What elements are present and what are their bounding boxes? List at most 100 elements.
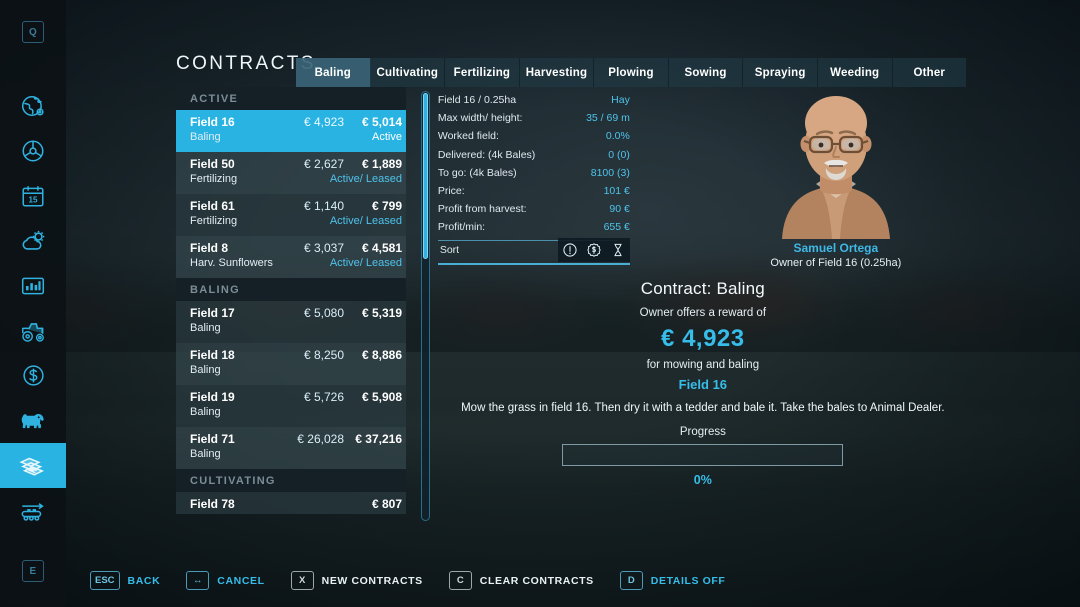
tab-plowing[interactable]: Plowing <box>594 58 669 87</box>
stat-value: 0 (0) <box>608 148 630 161</box>
category-tab-bar: Baling Cultivating Fertilizing Harvesting Pl… <box>296 58 967 87</box>
list-item-field: Field 18 <box>190 348 235 362</box>
list-item[interactable]: Field 19 € 5,726 € 5,908 Baling <box>176 385 406 427</box>
sidebar-item-finances[interactable] <box>0 353 66 398</box>
sort-label: Sort <box>439 244 460 256</box>
tractor-icon <box>19 317 47 345</box>
sidebar-item-weather[interactable] <box>0 218 66 263</box>
footer-label: BACK <box>127 574 161 587</box>
list-item-primary: Field 8 € 3,037 € 4,581 <box>190 241 402 255</box>
footer-action[interactable]: C CLEAR CONTRACTS <box>448 571 594 590</box>
footer-label: CLEAR CONTRACTS <box>479 574 594 587</box>
sidebar-item-contracts[interactable] <box>0 443 66 488</box>
sidebar-item-statistics[interactable] <box>0 263 66 308</box>
list-item-primary: Field 50 € 2,627 € 1,889 <box>190 157 402 171</box>
contract-title: Contract: Baling <box>640 279 765 298</box>
contracts-list: ACTIVE Field 16 € 4,923 € 5,014 Baling Active… <box>176 87 406 514</box>
footer-label: DETAILS OFF <box>650 574 726 587</box>
sidebar-item-animals[interactable] <box>0 398 66 443</box>
list-item-secondary: Baling <box>190 404 402 418</box>
prev-page-key[interactable]: Q <box>22 21 44 43</box>
list-item[interactable]: Field 78 € 807 <box>176 492 406 514</box>
stat-value: 0.0% <box>605 130 630 143</box>
list-item-type: Fertilizing <box>190 215 238 227</box>
stat-row: Max width/ height: 35 / 69 m <box>438 109 630 127</box>
list-item-primary: Field 71 € 26,028 € 37,216 <box>190 432 402 446</box>
footer-action[interactable]: D DETAILS OFF <box>619 571 726 590</box>
tab-baling[interactable]: Baling <box>296 58 371 87</box>
contracts-panel: CONTRACTS Baling Cultivating Fertilizing Ha… <box>166 47 967 525</box>
footer-label: NEW CONTRACTS <box>321 574 423 587</box>
list-item-value-primary: € 1,140 <box>303 199 344 213</box>
footer-action[interactable]: X NEW CONTRACTS <box>290 571 423 590</box>
list-item-field: Field 50 <box>190 157 235 171</box>
list-item-value-secondary: € 1,889 <box>361 157 402 171</box>
list-item-value-secondary: € 4,581 <box>361 241 402 255</box>
list-item[interactable]: Field 61 € 1,140 € 799 Fertilizing Active/ L… <box>176 194 406 236</box>
footer-action-bar: ESC BACK ↔ CANCEL X NEW CONTRACTS C CLEAR CONTR… <box>90 571 751 590</box>
stat-label: Field 16 / 0.25ha <box>437 94 517 107</box>
money-badge-icon[interactable] <box>582 238 606 262</box>
stat-value: 90 € <box>609 203 630 216</box>
sidebar-item-vehicles[interactable] <box>0 308 66 353</box>
tab-other[interactable]: Other <box>892 58 967 87</box>
list-item-secondary <box>190 511 402 513</box>
list-item-state: Active/ Leased <box>329 257 402 269</box>
tab-spraying[interactable]: Spraying <box>743 58 818 87</box>
exclamation-circle-icon[interactable] <box>558 238 582 262</box>
list-item-primary: Field 18 € 8,250 € 8,886 <box>190 348 402 362</box>
stat-label: Delivered: (4k Bales) <box>437 148 536 161</box>
tab-fertilizing[interactable]: Fertilizing <box>445 58 520 87</box>
contracts-screen: Q 15 E CONTRACTS Baling Cultivating Fert… <box>0 0 1080 607</box>
list-group-header: ACTIVE <box>176 87 406 110</box>
stat-row: Price: 101 € <box>438 182 630 200</box>
finances-icon <box>21 363 46 388</box>
list-item-field: Field 61 <box>190 199 235 213</box>
panel-body: ACTIVE Field 16 € 4,923 € 5,014 Baling Active… <box>166 87 966 525</box>
list-item-value-primary: € 5,726 <box>303 390 344 404</box>
list-item-type: Baling <box>190 322 221 334</box>
sort-icon-group <box>557 238 630 262</box>
contract-reward: € 4,923 <box>661 325 745 352</box>
sort-bar-underline <box>437 263 630 265</box>
sidebar-item-map[interactable] <box>0 83 66 128</box>
statistics-icon <box>20 273 46 299</box>
stat-row: Profit/min: 655 € <box>438 218 630 236</box>
list-item-primary: Field 17 € 5,080 € 5,319 <box>190 306 402 320</box>
list-group-header: CULTIVATING <box>176 469 406 492</box>
list-item[interactable]: Field 17 € 5,080 € 5,319 Baling <box>176 301 406 343</box>
contract-offer-text: Owner offers a reward of <box>639 307 767 319</box>
list-item[interactable]: Field 71 € 26,028 € 37,216 Baling <box>176 427 406 469</box>
sidebar-item-production[interactable] <box>0 488 66 533</box>
sidebar-item-calendar[interactable]: 15 <box>0 173 66 218</box>
list-item-value-secondary: € 8,886 <box>361 348 402 362</box>
list-item-value-primary: € 4,923 <box>303 115 344 129</box>
footer-action[interactable]: ↔ CANCEL <box>186 571 264 590</box>
calendar-icon: 15 <box>20 183 46 209</box>
list-item[interactable]: Field 16 € 4,923 € 5,014 Baling Active <box>176 110 406 152</box>
sidebar-item-vehicles-steer[interactable] <box>0 128 66 173</box>
list-item[interactable]: Field 8 € 3,037 € 4,581 Harv. Sunflowers Act… <box>176 236 406 278</box>
production-icon <box>18 498 48 524</box>
list-item-value-secondary: € 5,014 <box>361 115 402 129</box>
left-icon-rail: Q 15 E <box>0 0 66 607</box>
stat-label: Price: <box>437 185 465 198</box>
stat-label: Profit from harvest: <box>437 203 527 216</box>
stat-row: Worked field: 0.0% <box>438 127 630 145</box>
tab-weeding[interactable]: Weeding <box>817 58 893 87</box>
hourglass-icon[interactable] <box>606 238 630 262</box>
footer-key: ESC <box>90 571 120 590</box>
tab-cultivating[interactable]: Cultivating <box>370 58 446 87</box>
list-group-header: BALING <box>176 278 406 301</box>
next-page-key[interactable]: E <box>22 560 44 582</box>
list-item-state: Active <box>372 131 402 143</box>
contracts-icon <box>18 452 48 480</box>
tab-harvesting[interactable]: Harvesting <box>519 58 595 87</box>
tab-sowing[interactable]: Sowing <box>668 58 744 87</box>
list-item-type: Baling <box>190 406 221 418</box>
list-item-value-secondary: € 37,216 <box>355 432 402 446</box>
footer-action[interactable]: ESC BACK <box>90 571 160 590</box>
list-item[interactable]: Field 18 € 8,250 € 8,886 Baling <box>176 343 406 385</box>
list-item-secondary: Harv. Sunflowers Active/ Leased <box>190 255 402 269</box>
list-item[interactable]: Field 50 € 2,627 € 1,889 Fertilizing Active/… <box>176 152 406 194</box>
